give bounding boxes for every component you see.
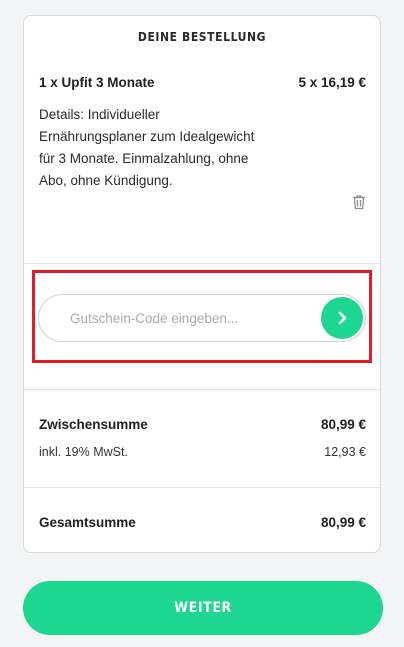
continue-button[interactable]: WEITER (23, 581, 383, 635)
chevron-right-icon (338, 311, 347, 325)
vat-label: inkl. 19% MwSt. (39, 445, 128, 459)
coupon-submit-button[interactable] (321, 297, 363, 339)
subtotal-value: 80,99 € (320, 417, 366, 432)
coupon-input[interactable] (39, 295, 309, 341)
divider (24, 263, 380, 264)
divider (24, 389, 380, 390)
vat-value: 12,93 € (324, 445, 366, 459)
subtotal-label: Zwischensumme (39, 417, 148, 432)
total-label: Gesamtsumme (39, 515, 136, 530)
total-value: 80,99 € (320, 515, 366, 530)
product-price: 5 x 16,19 € (298, 75, 366, 90)
order-item-row: 1 x Upfit 3 Monate 5 x 16,19 € (39, 75, 366, 95)
trash-icon[interactable] (350, 193, 368, 211)
coupon-field (38, 294, 366, 342)
product-name: 1 x Upfit 3 Monate (39, 75, 155, 90)
order-title: DEINE BESTELLUNG (137, 30, 267, 44)
product-details: Details: Individueller Ernährungsplaner … (39, 107, 255, 188)
divider (24, 487, 380, 488)
